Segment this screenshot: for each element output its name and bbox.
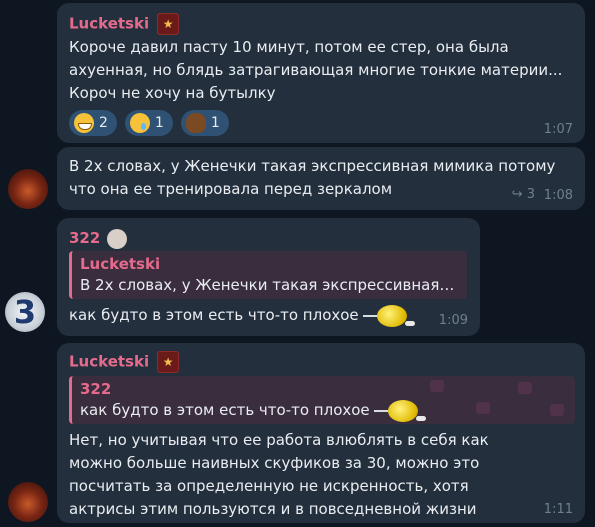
message-time: 1:11 bbox=[543, 502, 573, 517]
message-bubble-2[interactable]: В 2х словах, у Женечки такая экспрессивн… bbox=[57, 147, 585, 210]
message-text: В 2х словах, у Женечки такая экспрессивн… bbox=[69, 157, 556, 198]
reactions-bar: 2 1 1 bbox=[69, 110, 229, 136]
beast-avatar[interactable] bbox=[8, 169, 48, 209]
reply-preview[interactable]: Lucketski В 2х словах, у Женечки такая э… bbox=[69, 251, 467, 299]
pile-of-poo-icon bbox=[185, 113, 206, 133]
forwards-count: 3 bbox=[526, 187, 535, 202]
sticker-emoji-icon bbox=[363, 304, 417, 327]
author-badge-icon: ★ bbox=[157, 351, 180, 373]
message-time: 1:07 bbox=[543, 122, 573, 137]
reaction-crying[interactable]: 1 bbox=[124, 110, 173, 136]
cat-pattern-icon bbox=[518, 382, 532, 394]
reaction-count: 2 bbox=[99, 115, 108, 131]
reply-author: Lucketski bbox=[80, 255, 161, 273]
message-author[interactable]: 322 bbox=[69, 229, 100, 247]
author-avatar-icon bbox=[107, 228, 128, 249]
cat-pattern-icon bbox=[550, 404, 564, 416]
author-badge-icon: ★ bbox=[157, 13, 180, 35]
message-author[interactable]: Lucketski bbox=[69, 353, 149, 371]
crying-face-icon bbox=[129, 113, 150, 133]
message-text: Нет, но учитывая что ее работа влюблять … bbox=[69, 431, 489, 518]
share-arrow-icon: ↪ bbox=[511, 187, 523, 202]
forwards-indicator[interactable]: ↪ 3 bbox=[512, 187, 535, 202]
cat-pattern-icon bbox=[430, 380, 444, 392]
message-time: 1:09 bbox=[438, 313, 468, 328]
message-text: Короче давил пасту 10 минут, потом ее ст… bbox=[69, 38, 563, 102]
sticker-emoji-icon bbox=[374, 399, 428, 422]
message-author[interactable]: Lucketski bbox=[69, 15, 149, 33]
beast-avatar[interactable] bbox=[8, 482, 48, 522]
reply-text: как будто в этом есть что-то плохое bbox=[80, 401, 370, 419]
number-three-avatar[interactable]: 3 bbox=[5, 292, 45, 332]
message-bubble-1[interactable]: Lucketski ★ Короче давил пасту 10 минут,… bbox=[57, 3, 585, 143]
message-bubble-3[interactable]: 322 Lucketski В 2х словах, у Женечки так… bbox=[57, 218, 480, 336]
reaction-grinning[interactable]: 2 bbox=[69, 110, 117, 136]
grinning-face-icon bbox=[74, 113, 94, 133]
reaction-count: 1 bbox=[154, 115, 164, 131]
cat-pattern-icon bbox=[476, 402, 490, 414]
message-text: как будто в этом есть что-то плохое bbox=[69, 306, 359, 324]
reply-author: 322 bbox=[80, 380, 112, 398]
reaction-poo[interactable]: 1 bbox=[180, 110, 229, 136]
reaction-count: 1 bbox=[210, 115, 220, 131]
message-bubble-4[interactable]: Lucketski ★ 322 как будто в этом есть чт… bbox=[57, 343, 585, 523]
reply-preview[interactable]: 322 как будто в этом есть что-то плохое bbox=[69, 376, 575, 424]
reply-text: В 2х словах, у Женечки такая экспрессивн… bbox=[80, 276, 459, 294]
message-time: 1:08 bbox=[543, 188, 573, 203]
